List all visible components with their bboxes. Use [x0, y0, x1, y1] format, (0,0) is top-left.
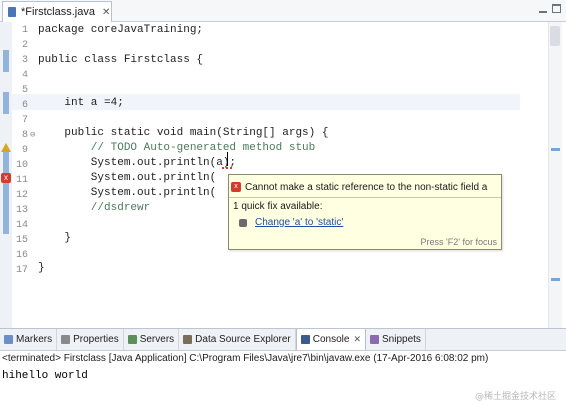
data-source-icon	[183, 335, 193, 344]
code-line-3[interactable]: public class Firstclass {	[38, 54, 203, 66]
code-line-1[interactable]: package coreJavaTraining;	[38, 24, 203, 36]
code-line-12[interactable]: System.out.println(	[38, 187, 216, 199]
tab-data-source-explorer[interactable]: Data Source Explorer	[179, 329, 296, 350]
line-number: 6	[21, 100, 28, 111]
line-number: 12	[15, 190, 28, 201]
properties-icon	[61, 335, 71, 344]
quickfix-message: Cannot make a static reference to the no…	[245, 181, 488, 193]
scrollbar-thumb[interactable]	[550, 26, 560, 46]
vertical-scrollbar[interactable]	[548, 22, 562, 328]
error-underline	[222, 167, 232, 169]
quickfix-status: Press 'F2' for focus	[420, 237, 497, 247]
text-caret	[227, 152, 228, 166]
quickfix-message-row: x Cannot make a static reference to the …	[231, 179, 501, 195]
tab-label: Console	[312, 334, 350, 345]
error-icon: x	[231, 182, 241, 192]
line-number: 5	[21, 85, 28, 96]
tab-label: Properties	[73, 334, 119, 345]
line-number: 1	[21, 25, 28, 36]
warning-icon[interactable]	[1, 143, 11, 153]
tab-servers[interactable]: Servers	[124, 329, 180, 350]
editor-tab-bar: *Firstclass.java ✕	[0, 0, 566, 22]
close-icon[interactable]: ✕	[353, 334, 361, 345]
code-line-17[interactable]: }	[38, 262, 45, 274]
console-status-line: <terminated> Firstclass [Java Applicatio…	[2, 353, 489, 364]
quickfix-popup: x Cannot make a static reference to the …	[228, 174, 502, 250]
console-icon	[300, 335, 310, 344]
line-number: 13	[15, 205, 28, 216]
line-number: 16	[15, 250, 28, 261]
java-file-icon	[7, 6, 17, 18]
line-number: 2	[21, 40, 28, 51]
line-number: 3	[21, 55, 28, 66]
close-icon[interactable]: ✕	[102, 7, 110, 18]
error-icon[interactable]: x	[1, 173, 11, 183]
code-line-6[interactable]: int a =4;	[38, 97, 123, 109]
code-line-13[interactable]: //dsdrewr	[38, 202, 150, 214]
maximize-icon[interactable]	[552, 4, 561, 13]
tab-console[interactable]: Console ✕	[295, 329, 367, 350]
line-number: 7	[21, 115, 28, 126]
line-number: 14	[15, 220, 28, 231]
overview-marker[interactable]	[551, 148, 560, 151]
editor-tab-firstclass[interactable]: *Firstclass.java ✕	[2, 1, 112, 22]
watermark: @稀土掘金技术社区	[474, 392, 556, 402]
line-number: 15	[15, 235, 28, 246]
code-line-15[interactable]: }	[38, 232, 71, 244]
editor-tab-label: *Firstclass.java	[21, 6, 95, 18]
snippets-icon	[370, 335, 380, 344]
line-number: 17	[15, 265, 28, 276]
overview-marker[interactable]	[551, 278, 560, 281]
line-number: 9	[21, 145, 28, 156]
line-number: 8	[21, 130, 28, 141]
popup-divider	[229, 197, 501, 198]
tab-label: Markers	[16, 334, 53, 345]
line-number: 10	[15, 160, 28, 171]
fold-toggle-icon[interactable]: ⊖	[30, 130, 35, 140]
line-number: 11	[15, 175, 28, 186]
tab-label: Data Source Explorer	[195, 334, 291, 345]
servers-icon	[127, 335, 137, 344]
console-output[interactable]: hihello world	[2, 370, 88, 382]
code-line-10[interactable]: System.out.println(a);	[38, 157, 236, 169]
tab-label: Snippets	[382, 334, 421, 345]
tab-label: Servers	[139, 334, 175, 345]
code-line-9[interactable]: // TODO Auto-generated method stub	[38, 142, 315, 154]
quickfix-link[interactable]: Change 'a' to 'static'	[255, 217, 343, 228]
code-line-8[interactable]: public static void main(String[] args) {	[38, 127, 328, 139]
quickfix-count: 1 quick fix available:	[233, 201, 323, 212]
minimize-icon[interactable]	[538, 5, 548, 15]
panel-tab-bar: Markers Properties Servers Data Source E…	[0, 329, 566, 351]
tab-properties[interactable]: Properties	[57, 329, 124, 350]
quickfix-item[interactable]: Change 'a' to 'static'	[239, 217, 343, 228]
line-number: 4	[21, 70, 28, 81]
markers-icon	[4, 335, 13, 344]
change-icon	[239, 218, 247, 227]
code-line-11[interactable]: System.out.println(	[38, 172, 216, 184]
bottom-panel: Markers Properties Servers Data Source E…	[0, 328, 566, 406]
tab-snippets[interactable]: Snippets	[366, 329, 426, 350]
tab-markers[interactable]: Markers	[0, 329, 58, 350]
